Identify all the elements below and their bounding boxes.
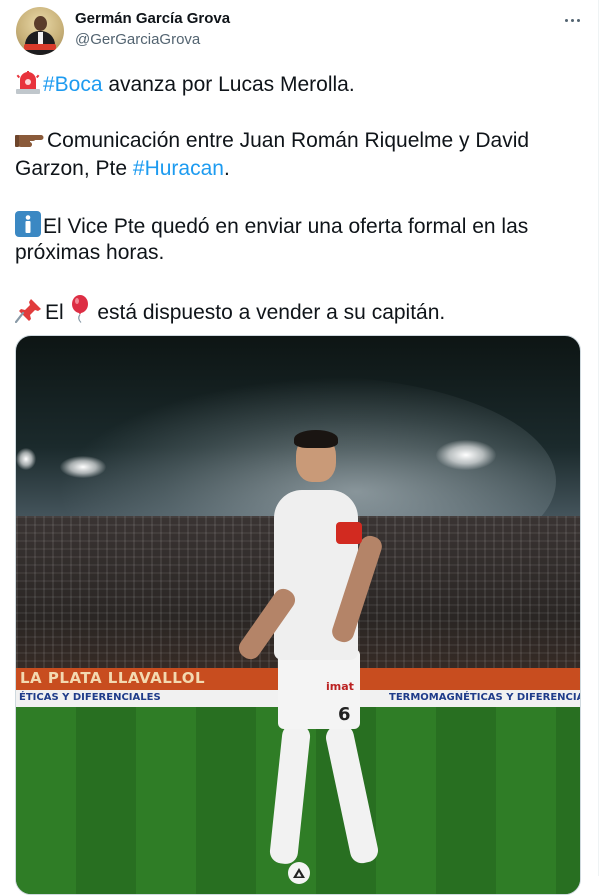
player-leg [323, 722, 381, 866]
floodlight [436, 440, 496, 470]
tweet-card: Germán García Grova @GerGarciaGrova #Boc… [0, 0, 599, 895]
rotating-light-emoji [15, 71, 41, 103]
more-options-button[interactable] [559, 7, 585, 33]
tweet-text: El Vice Pte quedó en enviar una oferta f… [43, 215, 529, 238]
shorts-sponsor: imat [326, 680, 354, 693]
tweet-text: . [223, 157, 230, 180]
ellipsis-icon [570, 18, 574, 22]
tweet-line-5: próximas horas. [15, 239, 164, 267]
tweet-line-1: #Boca avanza por Lucas Merolla. [15, 71, 355, 103]
author-display-name[interactable]: Germán García Grova [75, 10, 230, 27]
avatar-tie [38, 32, 43, 44]
balloon-emoji [70, 295, 90, 331]
pushpin-emoji [14, 297, 43, 331]
adboard-text: LA PLATA LLAVALLOL [20, 669, 206, 687]
captain-armband [336, 522, 362, 544]
floodlight [60, 456, 106, 478]
tweet-line-3: Garzon, Pte #Huracan. [15, 155, 230, 183]
floodlight [16, 448, 36, 470]
band-text-left: ÉTICAS Y DIFERENCIALES [19, 692, 161, 703]
football-player: imat 6 [235, 430, 396, 874]
ellipsis-icon [576, 18, 580, 22]
tweet-text: El [45, 301, 70, 324]
ellipsis-icon [564, 18, 568, 22]
watermark-icon [288, 862, 310, 884]
hashtag-boca[interactable]: #Boca [43, 73, 103, 96]
tweet-text: Comunicación entre Juan Román Riquelme y… [47, 129, 530, 152]
player-leg [268, 722, 312, 866]
tweet-photo[interactable]: LA PLATA LLAVALLOL ÉTICAS Y DIFERENCIALE… [15, 335, 581, 895]
shirt-number: 6 [338, 704, 351, 725]
author-handle[interactable]: @GerGarciaGrova [75, 31, 200, 48]
tweet-text: Garzon, Pte [15, 157, 133, 180]
player-hair [294, 430, 338, 448]
tweet-text: está dispuesto a vender a su capitán. [91, 301, 446, 324]
avatar-ribbon [24, 44, 56, 50]
tweet-text: próximas horas. [15, 241, 165, 264]
band-text-right: TERMOMAGNÉTICAS Y DIFERENCIALES [389, 692, 580, 703]
author-avatar[interactable] [16, 7, 64, 55]
hashtag-huracan[interactable]: #Huracan [133, 157, 224, 180]
tweet-text: avanza por Lucas Merolla. [102, 73, 355, 96]
avatar-head [34, 16, 47, 31]
tweet-line-6: El está dispuesto a vender a su capitán. [14, 295, 446, 331]
